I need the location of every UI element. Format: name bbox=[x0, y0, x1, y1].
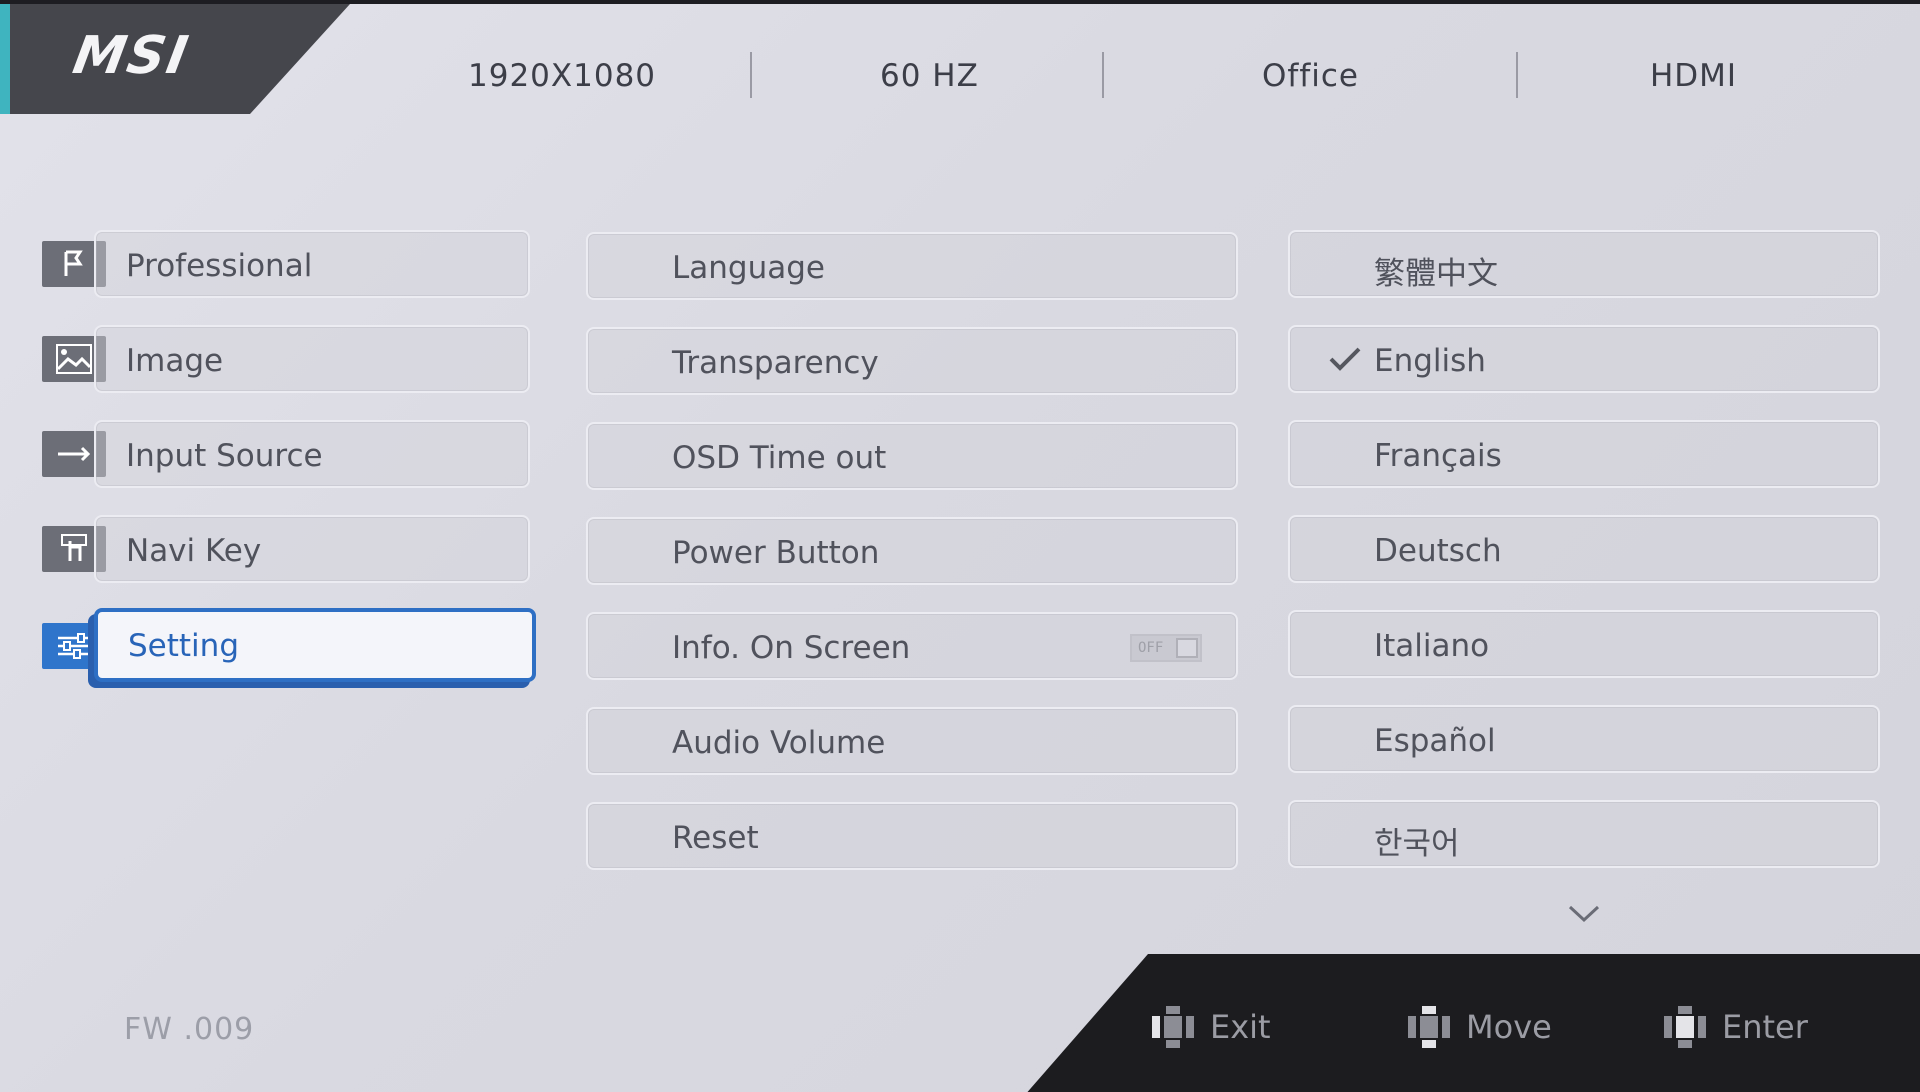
footer-exit-label: Exit bbox=[1210, 1008, 1271, 1046]
setting-item-label: Info. On Screen bbox=[672, 630, 911, 666]
language-label: 繁體中文 bbox=[1374, 256, 1498, 292]
header-resolution: 1920X1080 bbox=[468, 58, 657, 94]
menu-item-image[interactable]: Image bbox=[94, 325, 530, 393]
menu-item-label: Input Source bbox=[126, 438, 323, 474]
setting-item-label: Transparency bbox=[672, 345, 879, 381]
footer-exit: Exit bbox=[1150, 1004, 1271, 1050]
info-on-screen-toggle[interactable]: OFF bbox=[1130, 634, 1202, 662]
setting-item-power-button[interactable]: Power Button bbox=[586, 517, 1238, 585]
footer-move-label: Move bbox=[1466, 1008, 1552, 1046]
language-option[interactable]: Español bbox=[1288, 705, 1880, 773]
language-option[interactable]: Italiano bbox=[1288, 610, 1880, 678]
header-input: HDMI bbox=[1650, 58, 1738, 94]
logo-accent-edge bbox=[0, 4, 10, 114]
chevron-down-icon[interactable] bbox=[1568, 904, 1600, 924]
language-label: Deutsch bbox=[1374, 533, 1502, 569]
navi-key-move-icon bbox=[1408, 1006, 1450, 1048]
language-option[interactable]: Français bbox=[1288, 420, 1880, 488]
language-option[interactable]: Deutsch bbox=[1288, 515, 1880, 583]
toggle-state-label: OFF bbox=[1138, 640, 1164, 656]
setting-item-label: Reset bbox=[672, 820, 759, 856]
setting-item-label: OSD Time out bbox=[672, 440, 887, 476]
header-divider bbox=[1102, 52, 1104, 98]
menu-item-input-source[interactable]: Input Source bbox=[94, 420, 530, 488]
navi-key-exit-icon bbox=[1152, 1006, 1194, 1048]
menu-item-professional[interactable]: Professional bbox=[94, 230, 530, 298]
header-refresh-rate: 60 HZ bbox=[880, 58, 979, 94]
footer-enter: Enter bbox=[1662, 1004, 1808, 1050]
msi-logo: MSI bbox=[68, 26, 194, 86]
navi-key-enter-icon bbox=[1664, 1006, 1706, 1048]
footer-enter-label: Enter bbox=[1722, 1008, 1808, 1046]
language-label: 한국어 bbox=[1374, 826, 1460, 862]
setting-item-transparency[interactable]: Transparency bbox=[586, 327, 1238, 395]
setting-item-info-on-screen[interactable]: Info. On Screen OFF bbox=[586, 612, 1238, 680]
setting-item-reset[interactable]: Reset bbox=[586, 802, 1238, 870]
language-label: Español bbox=[1374, 723, 1496, 759]
header-divider bbox=[1516, 52, 1518, 98]
osd-panel: MSI 1920X1080 60 HZ Office HDMI Professi… bbox=[0, 0, 1920, 1092]
firmware-version: FW .009 bbox=[124, 1012, 255, 1047]
language-option[interactable]: 繁體中文 bbox=[1288, 230, 1880, 298]
setting-item-audio-volume[interactable]: Audio Volume bbox=[586, 707, 1238, 775]
setting-item-language[interactable]: Language bbox=[586, 232, 1238, 300]
menu-item-label: Professional bbox=[126, 248, 313, 284]
language-label: English bbox=[1374, 343, 1486, 379]
menu-item-label: Setting bbox=[128, 628, 239, 664]
setting-item-label: Audio Volume bbox=[672, 725, 886, 761]
setting-item-label: Language bbox=[672, 250, 825, 286]
language-option[interactable]: 한국어 bbox=[1288, 800, 1880, 868]
toggle-knob bbox=[1176, 638, 1198, 658]
footer-move: Move bbox=[1406, 1004, 1552, 1050]
language-label: Français bbox=[1374, 438, 1502, 474]
menu-item-navi-key[interactable]: Navi Key bbox=[94, 515, 530, 583]
setting-item-label: Power Button bbox=[672, 535, 880, 571]
checkmark-icon bbox=[1329, 347, 1361, 371]
menu-item-label: Image bbox=[126, 343, 224, 379]
menu-item-label: Navi Key bbox=[126, 533, 262, 569]
header-mode: Office bbox=[1262, 58, 1359, 94]
header-divider bbox=[750, 52, 752, 98]
menu-item-setting[interactable]: Setting bbox=[94, 608, 536, 682]
language-label: Italiano bbox=[1374, 628, 1490, 664]
language-option-selected[interactable]: English bbox=[1288, 325, 1880, 393]
setting-item-osd-time-out[interactable]: OSD Time out bbox=[586, 422, 1238, 490]
